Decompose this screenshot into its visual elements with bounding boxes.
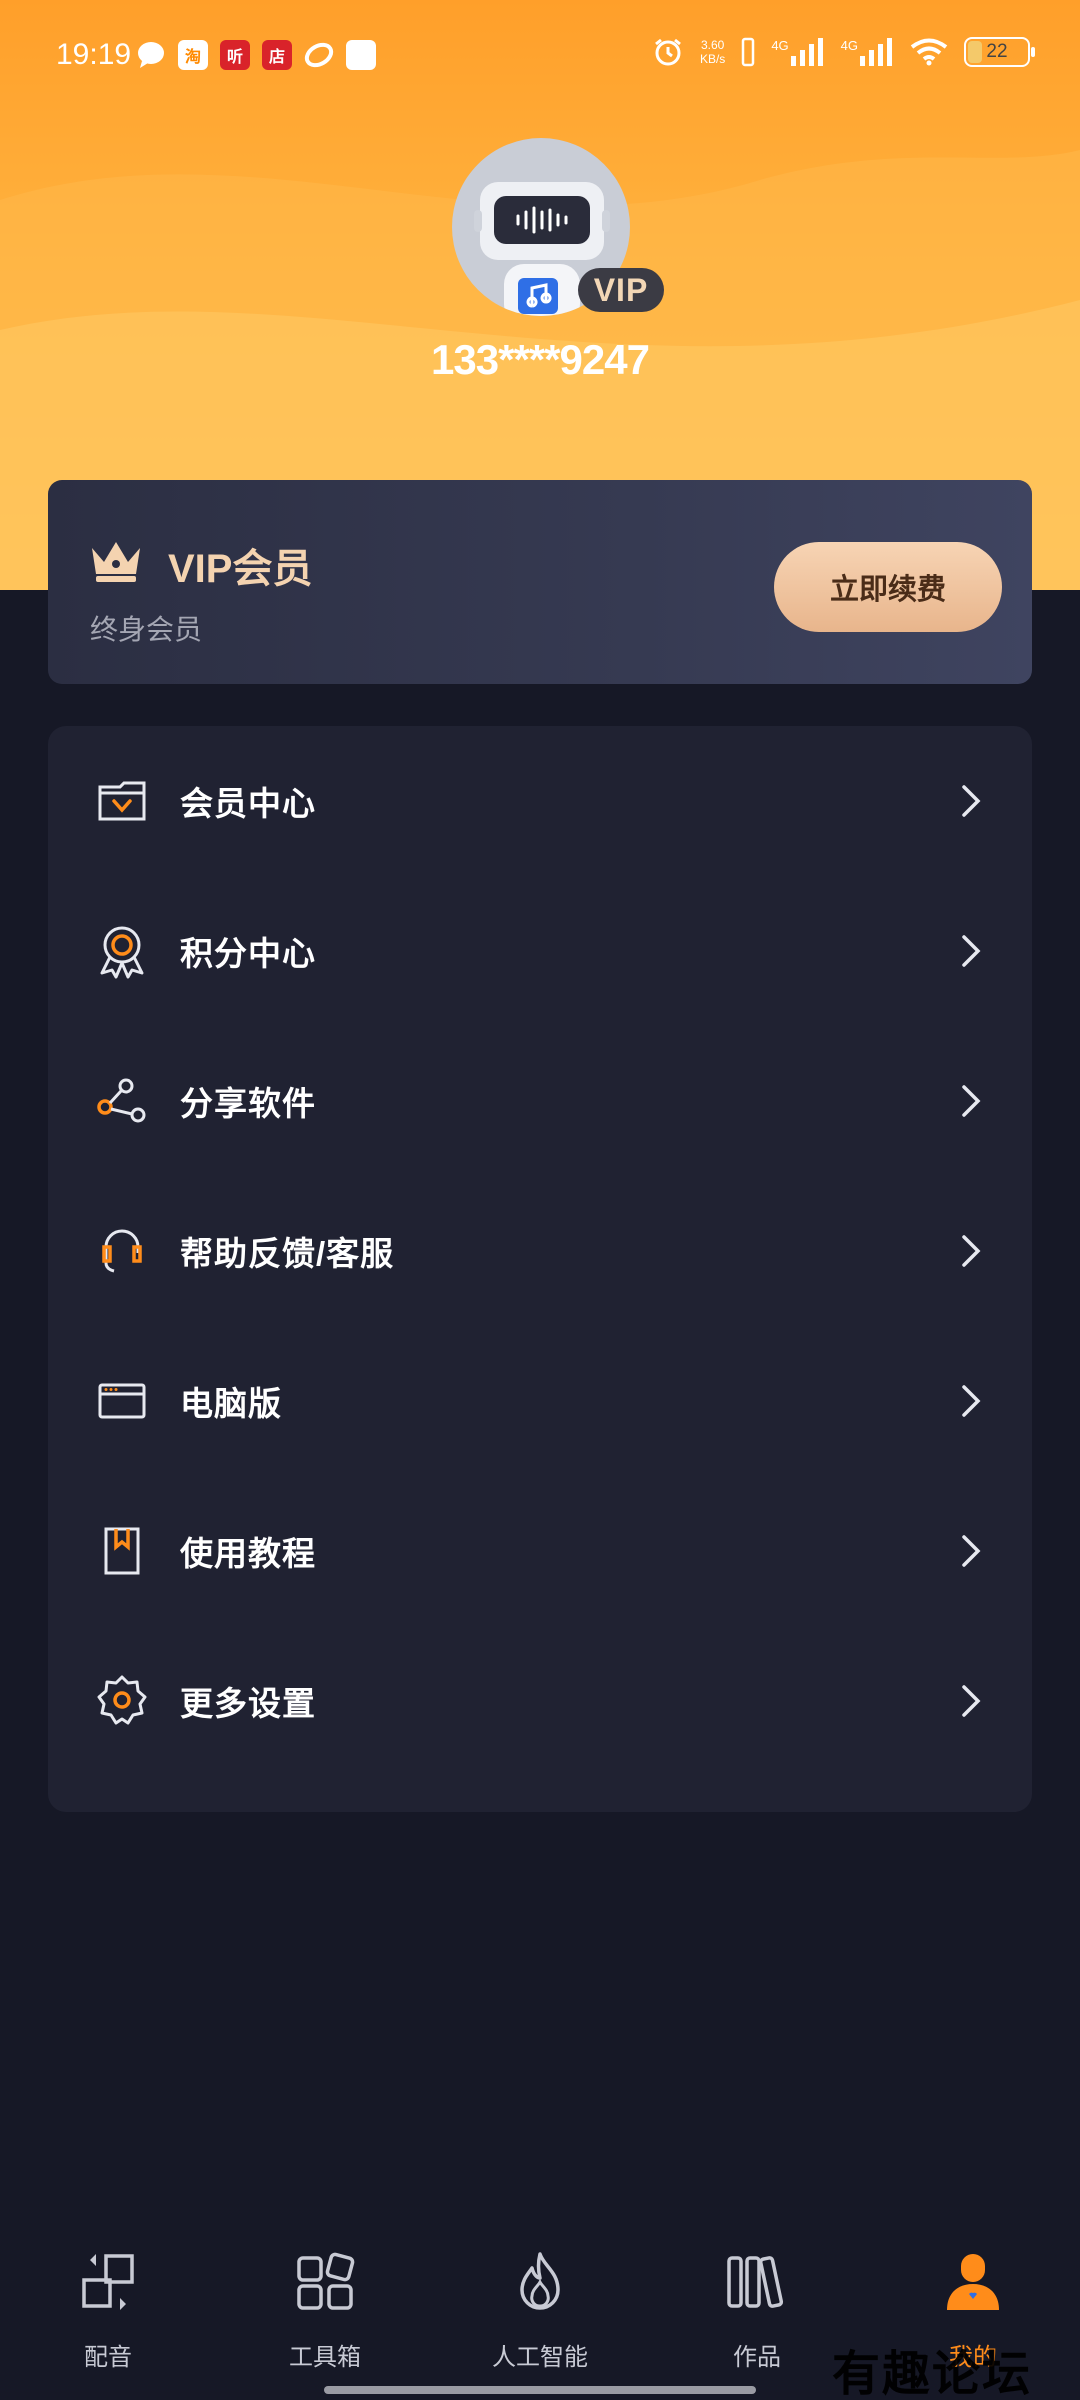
net-speed: 3.60 KB/s [700,38,725,66]
vibrate-icon [742,37,755,67]
signal-bars-icon [790,38,823,66]
nav-label: 人工智能 [492,2344,588,2371]
desktop-icon [94,1373,150,1429]
chevron-right-icon [962,1085,981,1117]
menu-item-desktop-version[interactable]: 电脑版 [48,1326,1032,1476]
battery-indicator: 22 [964,37,1035,67]
store-icon: 店 [262,40,292,70]
chevron-right-icon [962,1685,981,1717]
crown-icon [92,542,140,582]
toolbox-icon [297,2252,355,2310]
settings-menu: 会员中心 积分中心 分享软件 帮助反馈/客服 电脑版 使用教程 更多设置 [48,726,1032,1812]
menu-item-member-center[interactable]: 会员中心 [48,726,1032,876]
signal-1-label: 4G [771,38,789,53]
ting-icon: 听 [220,40,250,70]
notification-icons: 淘 听 店 [136,40,376,78]
nav-tab-ai[interactable]: 人工智能 [460,2250,620,2372]
member-center-icon [94,773,150,829]
dubbing-icon [82,2254,134,2310]
nav-label: 配音 [84,2344,132,2371]
menu-label: 积分中心 [180,935,316,972]
works-icon [727,2256,784,2308]
signal-2: 4G [841,38,894,66]
alarm-icon [655,38,681,66]
username: 133****9247 [431,336,650,383]
menu-label: 使用教程 [180,1535,316,1572]
vip-tag: VIP [578,268,664,312]
ai-flame-icon [520,2252,560,2310]
bookmark-icon [94,1523,150,1579]
signal-bars-icon [860,38,892,66]
chevron-right-icon [962,1535,981,1567]
menu-item-points-center[interactable]: 积分中心 [48,876,1032,1026]
renew-button[interactable]: 立即续费 [774,542,1002,632]
menu-item-help-feedback[interactable]: 帮助反馈/客服 [48,1176,1032,1326]
chevron-right-icon [962,785,981,817]
chevron-right-icon [962,935,981,967]
menu-label: 电脑版 [180,1385,282,1422]
share-icon [94,1073,150,1129]
chat-icon [136,40,166,78]
wifi-icon [910,38,948,66]
signal-1: 4G [771,38,824,66]
taobao-icon: 淘 [178,40,208,70]
nav-tab-toolbox[interactable]: 工具箱 [245,2250,405,2372]
link-icon [304,40,334,78]
profile-icon [947,2254,999,2310]
menu-label: 帮助反馈/客服 [180,1235,395,1272]
status-bar: 19:19 淘 听 店 3.60 KB/s 4G 4G 22 [0,0,1080,110]
menu-label: 会员中心 [180,785,316,822]
menu-label: 分享软件 [180,1085,316,1122]
nav-tab-works[interactable]: 作品 [677,2250,837,2372]
nav-label: 工具箱 [289,2344,361,2371]
vip-title: VIP会员 [168,547,313,591]
square-icon [346,40,376,70]
points-badge-icon [94,923,150,979]
nav-label: 作品 [733,2344,781,2371]
menu-item-tutorial[interactable]: 使用教程 [48,1476,1032,1626]
net-speed-value: 3.60 [700,38,725,52]
battery-level: 22 [986,41,1008,62]
menu-item-share-app[interactable]: 分享软件 [48,1026,1032,1176]
status-time: 19:19 [56,38,132,71]
headset-icon [94,1223,150,1279]
nav-tab-dubbing[interactable]: 配音 [28,2250,188,2372]
vip-membership-card: VIP会员 终身会员 立即续费 [48,480,1032,684]
menu-item-more-settings[interactable]: 更多设置 [48,1626,1032,1776]
status-right: 3.60 KB/s 4G 4G 22 [652,36,1035,68]
watermark: 有趣论坛 [832,2346,1033,2400]
home-indicator[interactable] [324,2386,756,2394]
net-speed-unit: KB/s [699,52,726,66]
gear-icon [94,1673,150,1729]
chevron-right-icon [962,1385,981,1417]
signal-2-label: 4G [840,38,858,53]
menu-label: 更多设置 [180,1685,316,1722]
profile-screen: 19:19 淘 听 店 3.60 KB/s 4G 4G 22 VIP 133**… [0,0,1080,2400]
vip-subtitle: 终身会员 [90,614,203,645]
chevron-right-icon [962,1235,981,1267]
